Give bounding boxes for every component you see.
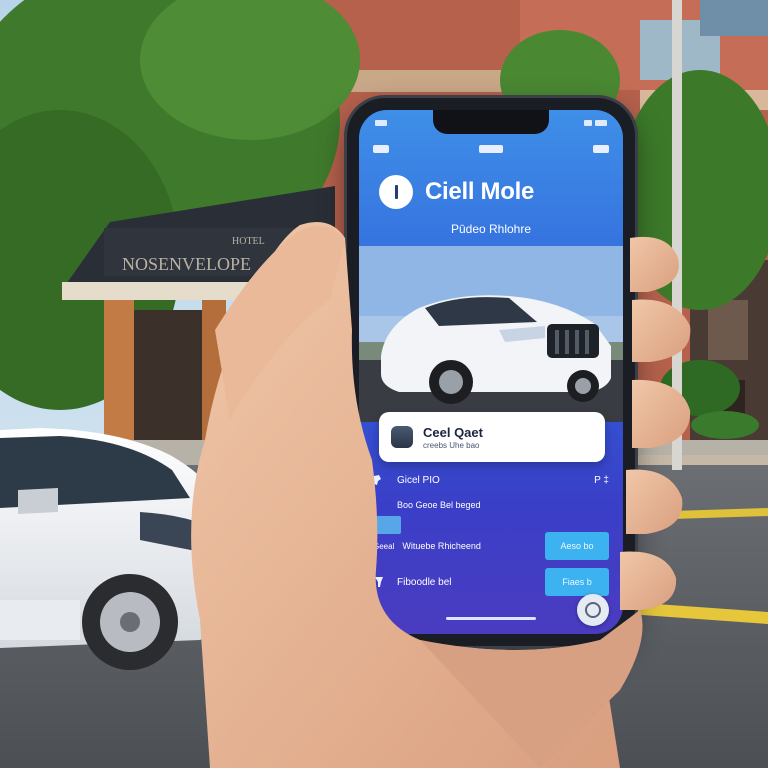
hotel-sign-text: NOSENVELOPE <box>122 254 251 274</box>
smartphone: Ciell Mole Pūdeo Rhlohre Ceel Qaet creeb… <box>347 98 635 646</box>
carrier-icon <box>375 120 387 126</box>
signal-icon <box>584 120 592 126</box>
car-icon[interactable] <box>479 145 503 153</box>
app-logo <box>379 175 413 209</box>
app-header: Ciell Mole <box>379 170 609 214</box>
phone-notch <box>433 110 549 134</box>
home-indicator[interactable] <box>446 617 536 620</box>
info-row-5-label: Fiboodle bel <box>397 576 452 588</box>
info-row-1[interactable]: Gicel PIO P ‡ <box>373 474 609 486</box>
phone-icon <box>374 475 381 485</box>
location-pin-icon <box>375 577 383 587</box>
battery-icon <box>595 120 607 126</box>
app-top-bar <box>373 142 609 156</box>
vehicle-thumbnail <box>391 426 413 448</box>
vehicle-card-sub: creebs Uhe bao <box>423 440 480 450</box>
info-row-1-value: P ‡ <box>594 474 609 486</box>
phone-screen: Ciell Mole Pūdeo Rhlohre Ceel Qaet creeb… <box>359 110 623 634</box>
info-row-1-label: Gicel PIO <box>397 474 440 486</box>
camera-icon <box>585 602 601 618</box>
vehicle-card[interactable]: Ceel Qaet creebs Uhe bao <box>379 412 605 462</box>
menu-icon[interactable] <box>373 145 389 153</box>
hotel-sign-small: HOTEL <box>232 236 265 247</box>
info-row-4-label: Wituebe Rhicheend <box>402 541 481 551</box>
vehicle-card-name: Ceel Qaet <box>423 424 483 440</box>
action-button-2[interactable]: Fiaes b <box>545 568 609 596</box>
action-button-1[interactable]: Aeso bo <box>545 532 609 560</box>
info-row-4[interactable]: Geeal Wituebe Rhicheend Aeso bo <box>373 532 609 560</box>
info-row-2-label: Boo Geoe Bel beged <box>397 500 481 510</box>
app-subtitle: Pūdeo Rhlohre <box>450 222 532 236</box>
vehicle-photo <box>359 246 623 422</box>
info-row-2: Boo Geoe Bel beged <box>373 500 609 510</box>
settings-icon[interactable] <box>593 145 609 153</box>
app-title: Ciell Mole <box>425 178 535 205</box>
info-row-5[interactable]: Fiboodle bel Fiaes b <box>373 568 609 596</box>
info-row-4-prefix: Geeal <box>373 541 395 551</box>
floating-action-button[interactable] <box>577 594 609 626</box>
